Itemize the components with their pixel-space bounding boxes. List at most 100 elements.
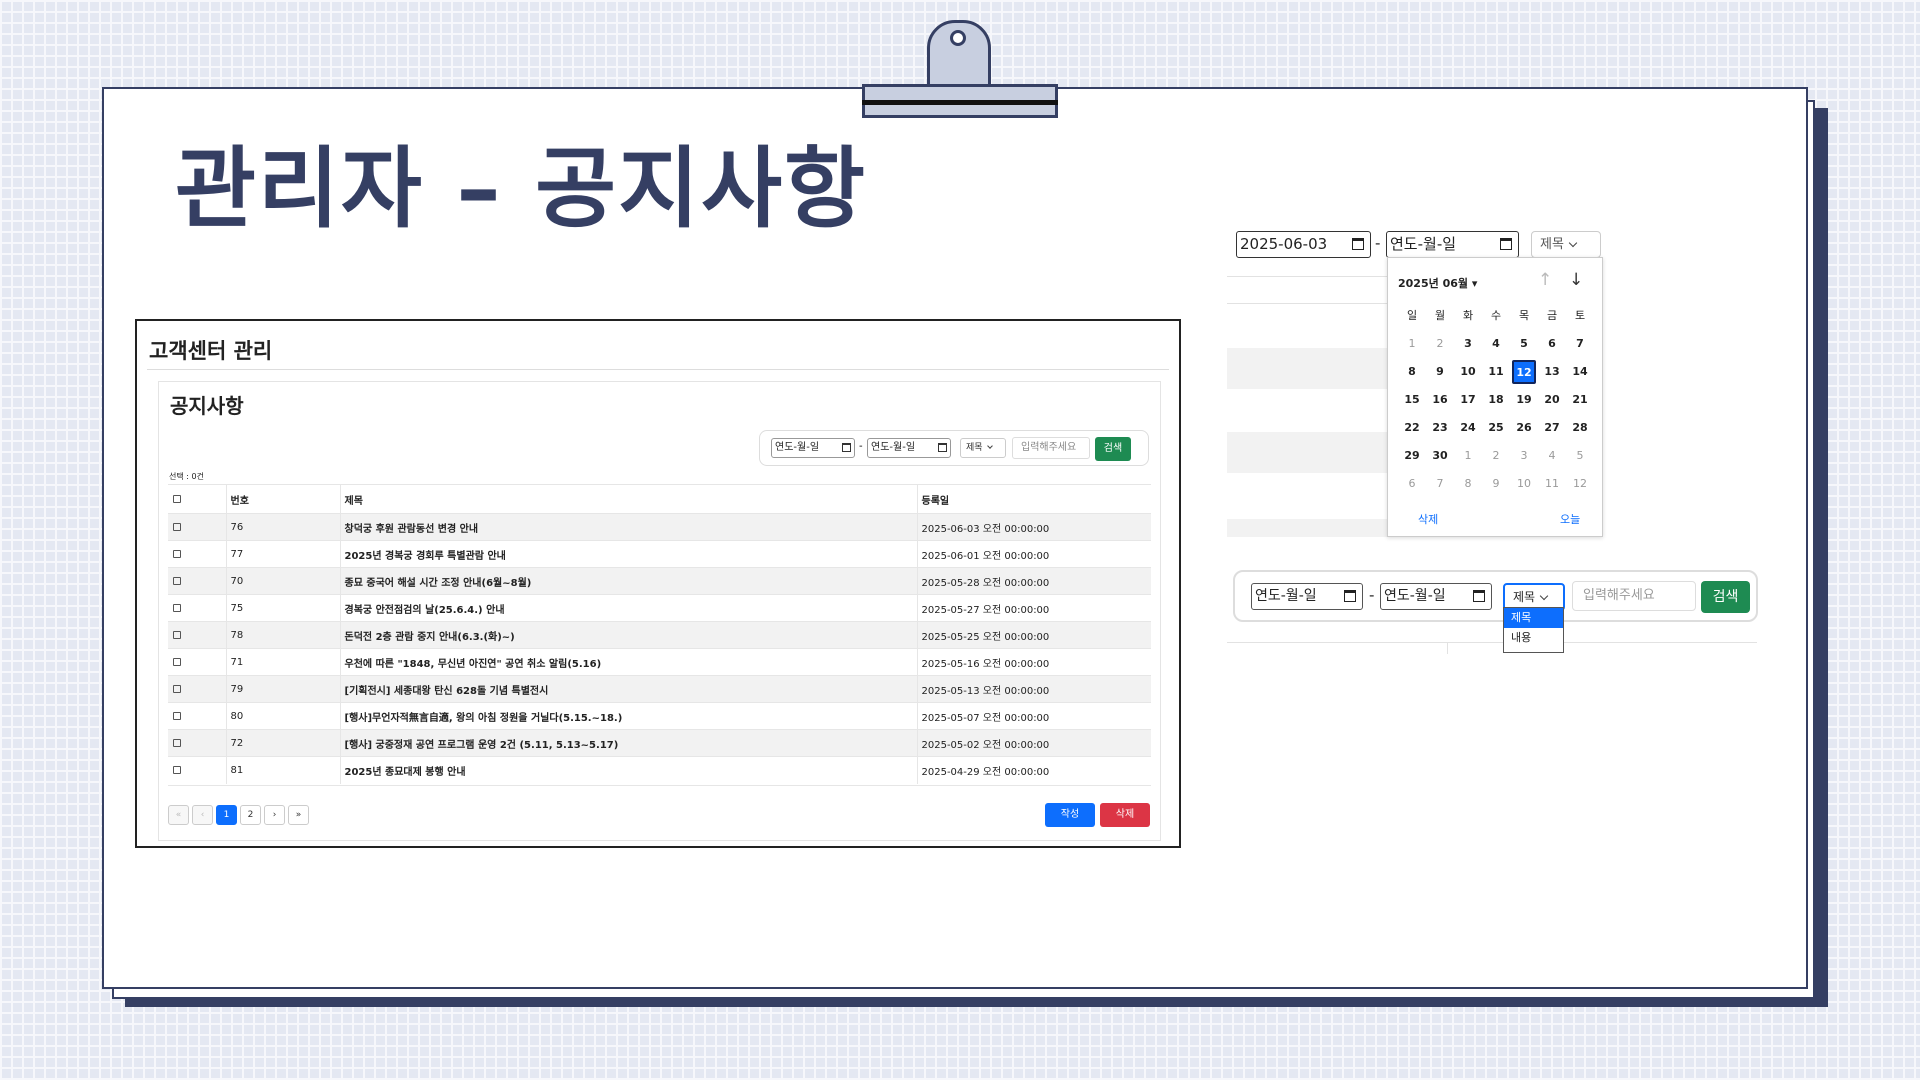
- calendar-day[interactable]: 27: [1538, 414, 1566, 442]
- calendar-day[interactable]: 28: [1566, 414, 1594, 442]
- calendar-day[interactable]: 6: [1398, 470, 1426, 498]
- row-checkbox[interactable]: [173, 765, 181, 774]
- calendar-day[interactable]: 19: [1510, 386, 1538, 414]
- prev-month-arrow-icon[interactable]: ↑: [1538, 270, 1552, 290]
- row-title[interactable]: 돈덕전 2층 관람 중지 안내(6.3.(화)~): [340, 621, 918, 649]
- calendar-day[interactable]: 23: [1426, 414, 1454, 442]
- calendar-day[interactable]: 24: [1454, 414, 1482, 442]
- calendar-day[interactable]: 7: [1426, 470, 1454, 498]
- row-title[interactable]: 경복궁 안전점검의 날(25.6.4.) 안내: [340, 594, 918, 622]
- calendar-day[interactable]: 3: [1510, 442, 1538, 470]
- calendar-day[interactable]: 17: [1454, 386, 1482, 414]
- calendar-day[interactable]: 18: [1482, 386, 1510, 414]
- row-title[interactable]: 창덕궁 후원 관람동선 변경 안내: [340, 513, 918, 541]
- row-title[interactable]: [기획전시] 세종대왕 탄신 628돌 기념 특별전시: [340, 675, 918, 703]
- calendar-day[interactable]: 15: [1398, 386, 1426, 414]
- write-button[interactable]: 작성: [1045, 803, 1095, 827]
- select-all-checkbox[interactable]: [173, 494, 181, 503]
- calendar-day[interactable]: 6: [1538, 330, 1566, 358]
- table-row[interactable]: 77 2025년 경복궁 경회루 특별관람 안내 2025-06-01 오전 00:…: [168, 540, 1151, 568]
- calendar-icon[interactable]: [842, 443, 851, 452]
- calendar-day[interactable]: 9: [1482, 470, 1510, 498]
- detail2-end-date-input[interactable]: 연도-월-일: [1380, 583, 1492, 610]
- row-title[interactable]: 종묘 중국어 해설 시간 조정 안내(6월~8월): [340, 567, 918, 595]
- next-month-arrow-icon[interactable]: ↓: [1569, 270, 1583, 290]
- detail-end-date-input[interactable]: 연도-월-일: [1386, 231, 1519, 258]
- calendar-day[interactable]: 30: [1426, 442, 1454, 470]
- calendar-day[interactable]: 8: [1398, 358, 1426, 386]
- calendar-day[interactable]: 5: [1566, 442, 1594, 470]
- calendar-day[interactable]: 4: [1482, 330, 1510, 358]
- detail2-search-button[interactable]: 검색: [1701, 581, 1750, 613]
- calendar-day[interactable]: 1: [1398, 330, 1426, 358]
- calendar-icon[interactable]: [1352, 238, 1364, 250]
- calendar-day[interactable]: 16: [1426, 386, 1454, 414]
- search-input[interactable]: 입력해주세요: [1012, 437, 1090, 459]
- calendar-day[interactable]: 2: [1426, 330, 1454, 358]
- table-row[interactable]: 81 2025년 종묘대제 봉행 안내 2025-04-29 오전 00:00:00: [168, 756, 1151, 784]
- calendar-clear-button[interactable]: 삭제: [1418, 511, 1438, 527]
- calendar-day[interactable]: 21: [1566, 386, 1594, 414]
- row-checkbox[interactable]: [173, 576, 181, 585]
- calendar-today-button[interactable]: 오늘: [1560, 511, 1580, 527]
- page-2-button[interactable]: 2: [240, 805, 261, 825]
- option-title[interactable]: 제목: [1504, 608, 1563, 628]
- calendar-day[interactable]: 5: [1510, 330, 1538, 358]
- calendar-day[interactable]: 1: [1454, 442, 1482, 470]
- calendar-day[interactable]: 9: [1426, 358, 1454, 386]
- table-row[interactable]: 71 우천에 따른 "1848, 무신년 아진연" 공연 취소 알림(5.16) 2…: [168, 648, 1151, 676]
- table-row[interactable]: 79 [기획전시] 세종대왕 탄신 628돌 기념 특별전시 2025-05-13 …: [168, 675, 1151, 703]
- row-checkbox[interactable]: [173, 657, 181, 666]
- delete-button[interactable]: 삭제: [1100, 803, 1150, 827]
- row-title[interactable]: 2025년 종묘대제 봉행 안내: [340, 756, 918, 784]
- calendar-icon[interactable]: [938, 443, 947, 452]
- row-checkbox[interactable]: [173, 549, 181, 558]
- search-button[interactable]: 검색: [1095, 437, 1131, 461]
- last-page-button[interactable]: »: [288, 805, 309, 825]
- calendar-day[interactable]: 10: [1454, 358, 1482, 386]
- row-title[interactable]: [행사] 궁중정재 공연 프로그램 운영 2건 (5.11, 5.13~5.17…: [340, 729, 918, 757]
- option-content[interactable]: 내용: [1504, 628, 1563, 648]
- detail2-search-input[interactable]: 입력해주세요: [1572, 581, 1696, 611]
- calendar-day[interactable]: 25: [1482, 414, 1510, 442]
- calendar-day[interactable]: 20: [1538, 386, 1566, 414]
- detail2-start-date-input[interactable]: 연도-월-일: [1251, 583, 1363, 610]
- calendar-icon[interactable]: [1473, 590, 1485, 602]
- calendar-day[interactable]: 29: [1398, 442, 1426, 470]
- end-date-input[interactable]: 연도-월-일: [867, 438, 951, 458]
- row-checkbox[interactable]: [173, 711, 181, 720]
- calendar-day[interactable]: 26: [1510, 414, 1538, 442]
- table-row[interactable]: 76 창덕궁 후원 관람동선 변경 안내 2025-06-03 오전 00:00:0…: [168, 513, 1151, 541]
- row-title[interactable]: 2025년 경복궁 경회루 특별관람 안내: [340, 540, 918, 568]
- table-row[interactable]: 78 돈덕전 2층 관람 중지 안내(6.3.(화)~) 2025-05-25 오전…: [168, 621, 1151, 649]
- calendar-day[interactable]: 12: [1566, 470, 1594, 498]
- table-row[interactable]: 70 종묘 중국어 해설 시간 조정 안내(6월~8월) 2025-05-28 오전…: [168, 567, 1151, 595]
- calendar-day[interactable]: 2: [1482, 442, 1510, 470]
- calendar-day[interactable]: 11: [1538, 470, 1566, 498]
- month-selector[interactable]: 2025년 06월 ▾: [1398, 275, 1477, 291]
- calendar-day[interactable]: 3: [1454, 330, 1482, 358]
- page-1-button[interactable]: 1: [216, 805, 237, 825]
- table-row[interactable]: 72 [행사] 궁중정재 공연 프로그램 운영 2건 (5.11, 5.13~5.…: [168, 729, 1151, 757]
- detail-search-type-select[interactable]: 제목: [1531, 231, 1601, 258]
- prev-page-button[interactable]: ‹: [192, 805, 213, 825]
- calendar-day[interactable]: 7: [1566, 330, 1594, 358]
- start-date-input[interactable]: 연도-월-일: [771, 438, 855, 458]
- calendar-day[interactable]: 10: [1510, 470, 1538, 498]
- first-page-button[interactable]: «: [168, 805, 189, 825]
- calendar-day[interactable]: 14: [1566, 358, 1594, 386]
- row-checkbox[interactable]: [173, 630, 181, 639]
- row-checkbox[interactable]: [173, 684, 181, 693]
- calendar-day[interactable]: 11: [1482, 358, 1510, 386]
- row-title[interactable]: 우천에 따른 "1848, 무신년 아진연" 공연 취소 알림(5.16): [340, 648, 918, 676]
- calendar-day[interactable]: 4: [1538, 442, 1566, 470]
- calendar-day-selected[interactable]: 12: [1510, 358, 1538, 386]
- table-row[interactable]: 75 경복궁 안전점검의 날(25.6.4.) 안내 2025-05-27 오전 0…: [168, 594, 1151, 622]
- search-type-select[interactable]: 제목: [960, 438, 1006, 458]
- table-row[interactable]: 80 [행사]무언자적無言自適, 왕의 아침 정원을 거닐다(5.15.~18.)…: [168, 702, 1151, 730]
- row-title[interactable]: [행사]무언자적無言自適, 왕의 아침 정원을 거닐다(5.15.~18.): [340, 702, 918, 730]
- detail-start-date-input[interactable]: 2025-06-03: [1236, 231, 1371, 258]
- calendar-day[interactable]: 22: [1398, 414, 1426, 442]
- row-checkbox[interactable]: [173, 738, 181, 747]
- calendar-day[interactable]: 8: [1454, 470, 1482, 498]
